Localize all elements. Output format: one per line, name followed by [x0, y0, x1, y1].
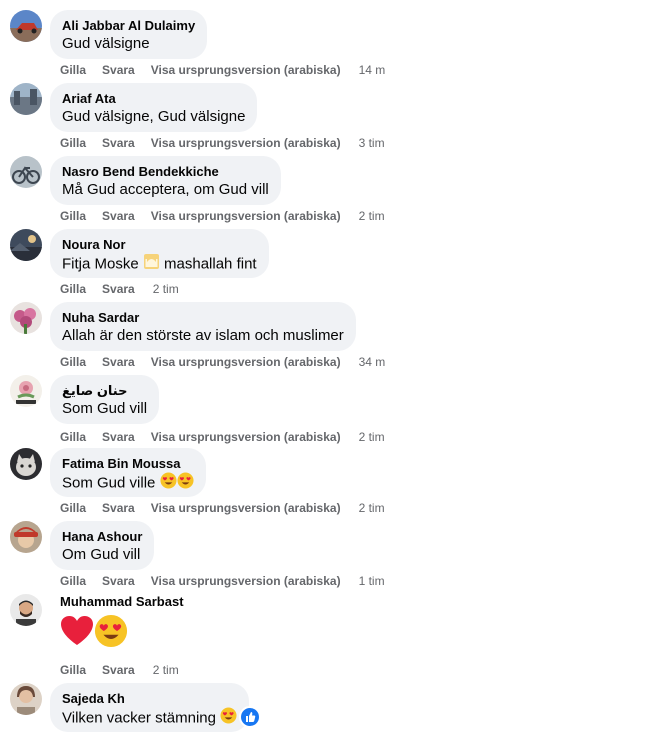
comment-text-part: mashallah fint — [164, 255, 257, 273]
like-button[interactable]: Gilla — [60, 282, 86, 296]
comment-text: Gud välsigne — [62, 35, 150, 52]
avatar[interactable] — [10, 521, 42, 553]
like-button[interactable]: Gilla — [60, 355, 86, 369]
avatar[interactable] — [10, 83, 42, 115]
see-original-button[interactable]: Visa ursprungsversion (arabiska) — [151, 209, 341, 223]
like-button[interactable]: Gilla — [60, 430, 86, 444]
comment-timestamp[interactable]: 34 m — [359, 355, 386, 369]
reply-button[interactable]: Svara — [102, 574, 135, 588]
avatar[interactable] — [10, 229, 42, 261]
comment-bubble: Noura Nor Fitja Moske mashallah fint — [50, 229, 269, 278]
like-button[interactable]: Gilla — [60, 501, 86, 515]
comment-text-part: Fitja Moske — [62, 255, 139, 273]
comment-actions: Gilla Svara Visa ursprungsversion (arabisk… — [60, 430, 385, 444]
comment-actions: Gilla Svara Visa ursprungsversion (arabisk… — [60, 355, 385, 369]
avatar[interactable] — [10, 683, 42, 715]
reply-button[interactable]: Svara — [102, 430, 135, 444]
comment-actions: Gilla Svara Visa ursprungsversion (arabisk… — [60, 501, 385, 515]
reply-button[interactable]: Svara — [102, 355, 135, 369]
see-original-button[interactable]: Visa ursprungsversion (arabiska) — [151, 501, 341, 515]
comment-bubble: Nasro Bend Bendekkiche Må Gud acceptera,… — [50, 156, 281, 205]
comment-text: Fitja Moske mashallah fint — [62, 253, 257, 276]
avatar[interactable] — [10, 302, 42, 334]
comment-actions: Gilla Svara Visa ursprungsversion (arabisk… — [60, 63, 385, 77]
comment-actions: Gilla Svara Visa ursprungsversion (arabisk… — [60, 574, 385, 588]
avatar[interactable] — [10, 594, 42, 626]
comment-actions: Gilla Svara 2 tim — [60, 282, 179, 296]
comment-timestamp[interactable]: 2 tim — [359, 501, 385, 515]
heart-eyes-emoji — [177, 472, 194, 495]
heart-eyes-emoji — [94, 614, 128, 653]
comment-bubble: حنان صايغ Som Gud vill — [50, 375, 160, 424]
comment-timestamp[interactable]: 14 m — [359, 63, 386, 77]
comment-text: Om Gud vill — [62, 546, 141, 563]
reply-button[interactable]: Svara — [102, 136, 135, 150]
see-original-button[interactable]: Visa ursprungsversion (arabiska) — [151, 136, 341, 150]
comment-timestamp[interactable]: 3 tim — [359, 136, 385, 150]
comment-text: Som Gud ville — [62, 472, 194, 495]
comment-text-part: Vilken vacker stämning — [62, 709, 216, 727]
comment-bubble: Ariaf Ata Gud välsigne, Gud välsigne — [50, 83, 258, 132]
comment-bubble: Nuha Sardar Allah är den störste av isla… — [50, 302, 356, 351]
comment-bubble: Ali Jabbar Al Dulaimy Gud välsigne — [50, 10, 208, 59]
comment-bubble: Fatima Bin Moussa Som Gud ville — [50, 448, 206, 497]
comment-thread: Ali Jabbar Al Dulaimy Gud välsigne Gilla… — [0, 0, 646, 740]
comment-author[interactable]: Ariaf Ata — [62, 91, 245, 107]
comment-timestamp[interactable]: 2 tim — [359, 209, 385, 223]
comment-text: Gud välsigne, Gud välsigne — [62, 108, 246, 125]
comment-author[interactable]: Fatima Bin Moussa — [62, 456, 194, 472]
comment-timestamp[interactable]: 1 tim — [359, 574, 385, 588]
like-button[interactable]: Gilla — [60, 63, 86, 77]
comment-timestamp[interactable]: 2 tim — [153, 282, 179, 296]
see-original-button[interactable]: Visa ursprungsversion (arabiska) — [151, 574, 341, 588]
see-original-button[interactable]: Visa ursprungsversion (arabiska) — [151, 63, 341, 77]
avatar[interactable] — [10, 375, 42, 407]
heart-eyes-emoji — [160, 472, 177, 495]
like-button[interactable]: Gilla — [60, 136, 86, 150]
comment-actions: Gilla Svara Visa ursprungsversion (arabisk… — [60, 136, 385, 150]
comment-author[interactable]: Sajeda Kh — [62, 691, 237, 707]
mosque-emoji — [143, 253, 160, 276]
heart-eyes-emoji — [220, 707, 237, 730]
reply-button[interactable]: Svara — [102, 501, 135, 515]
comment-actions: Gilla Svara 2 tim — [60, 663, 179, 677]
comment-author[interactable]: Nasro Bend Bendekkiche — [62, 164, 269, 180]
comment-text: Som Gud vill — [62, 400, 148, 417]
comment-actions: Gilla Svara Visa ursprungsversion (arabisk… — [60, 209, 385, 223]
avatar[interactable] — [10, 448, 42, 480]
reply-button[interactable]: Svara — [102, 63, 135, 77]
comment-text: Allah är den störste av islam och muslim… — [62, 327, 344, 344]
like-button[interactable]: Gilla — [60, 663, 86, 677]
comment-bubble: Hana Ashour Om Gud vill — [50, 521, 155, 570]
see-original-button[interactable]: Visa ursprungsversion (arabiska) — [151, 355, 341, 369]
comment-author[interactable]: حنان صايغ — [62, 383, 147, 399]
comment-bubble: Muhammad Sarbast — [50, 594, 184, 652]
comment-timestamp[interactable]: 2 tim — [359, 430, 385, 444]
comment-bubble: Sajeda Kh Vilken vacker stämning — [50, 683, 250, 732]
comment-text: Må Gud acceptera, om Gud vill — [62, 181, 269, 198]
comment-text: Vilken vacker stämning — [62, 707, 237, 730]
like-button[interactable]: Gilla — [60, 574, 86, 588]
comment-author[interactable]: Muhammad Sarbast — [60, 594, 184, 610]
reply-button[interactable]: Svara — [102, 209, 135, 223]
comment-author[interactable]: Ali Jabbar Al Dulaimy — [62, 18, 195, 34]
like-button[interactable]: Gilla — [60, 209, 86, 223]
like-reaction-icon[interactable] — [239, 706, 261, 728]
comment-author[interactable]: Hana Ashour — [62, 529, 142, 545]
avatar[interactable] — [10, 10, 42, 42]
comment-author[interactable]: Nuha Sardar — [62, 310, 344, 326]
reply-button[interactable]: Svara — [102, 663, 135, 677]
reply-button[interactable]: Svara — [102, 282, 135, 296]
comment-author[interactable]: Noura Nor — [62, 237, 257, 253]
comment-timestamp[interactable]: 2 tim — [153, 663, 179, 677]
see-original-button[interactable]: Visa ursprungsversion (arabiska) — [151, 430, 341, 444]
avatar[interactable] — [10, 156, 42, 188]
big-emoji-row — [60, 614, 184, 652]
comment-text-part: Som Gud ville — [62, 474, 156, 492]
red-heart-emoji — [60, 615, 94, 652]
